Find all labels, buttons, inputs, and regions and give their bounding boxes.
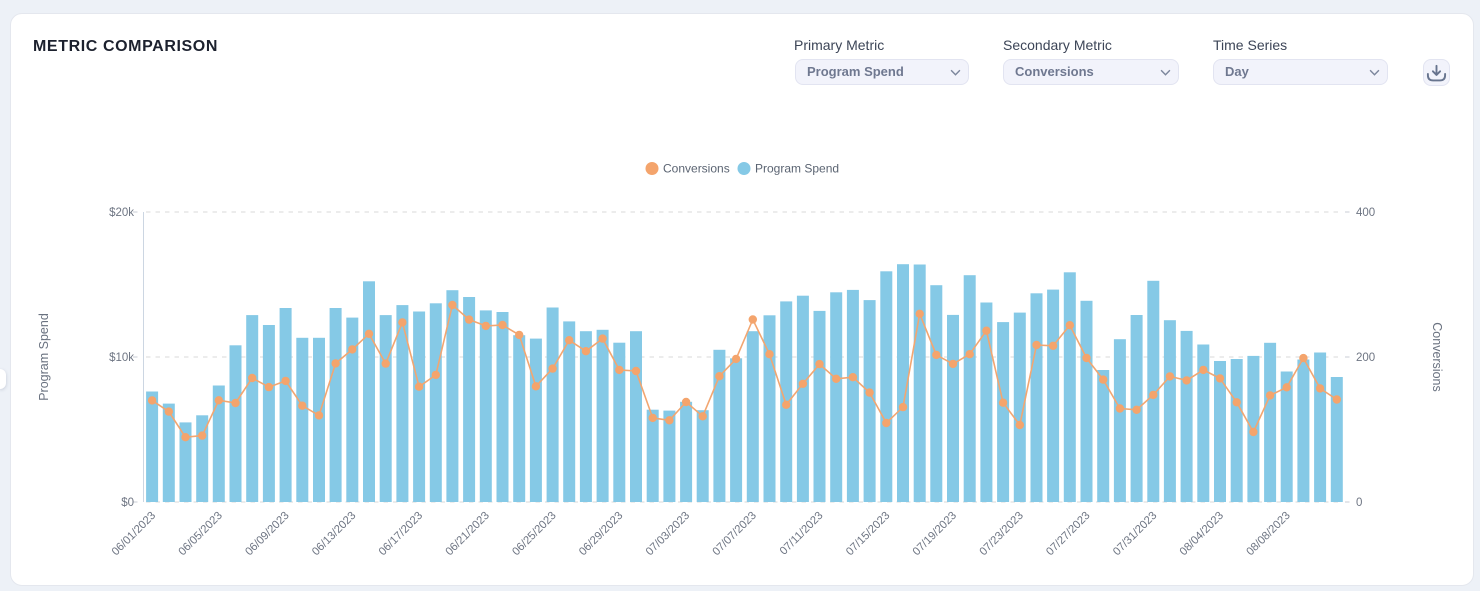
svg-text:$0: $0 [121,497,134,509]
svg-text:07/15/2023: 07/15/2023 [844,510,892,558]
svg-text:$10k: $10k [109,352,134,364]
svg-text:06/09/2023: 06/09/2023 [243,510,291,558]
svg-text:06/21/2023: 06/21/2023 [443,510,491,558]
svg-text:08/04/2023: 08/04/2023 [1178,510,1226,558]
svg-text:06/01/2023: 06/01/2023 [110,510,158,558]
svg-text:200: 200 [1356,352,1375,364]
svg-text:08/08/2023: 08/08/2023 [1244,510,1292,558]
svg-text:07/07/2023: 07/07/2023 [710,510,758,558]
svg-text:06/05/2023: 06/05/2023 [176,510,224,558]
svg-text:07/23/2023: 07/23/2023 [977,510,1025,558]
svg-text:07/19/2023: 07/19/2023 [911,510,959,558]
svg-text:07/11/2023: 07/11/2023 [778,510,826,558]
svg-text:06/29/2023: 06/29/2023 [577,510,625,558]
svg-text:Program Spend: Program Spend [755,162,839,176]
svg-text:07/27/2023: 07/27/2023 [1044,510,1092,558]
svg-text:07/03/2023: 07/03/2023 [644,510,692,558]
svg-text:07/31/2023: 07/31/2023 [1111,510,1159,558]
svg-text:Conversions: Conversions [1430,322,1444,391]
svg-text:$20k: $20k [109,207,134,219]
svg-text:06/25/2023: 06/25/2023 [510,510,558,558]
svg-text:Program Spend: Program Spend [37,313,51,401]
svg-text:Conversions: Conversions [663,162,730,176]
svg-text:400: 400 [1356,207,1375,219]
svg-text:0: 0 [1356,497,1362,509]
svg-text:06/17/2023: 06/17/2023 [377,510,425,558]
svg-text:06/13/2023: 06/13/2023 [310,510,358,558]
